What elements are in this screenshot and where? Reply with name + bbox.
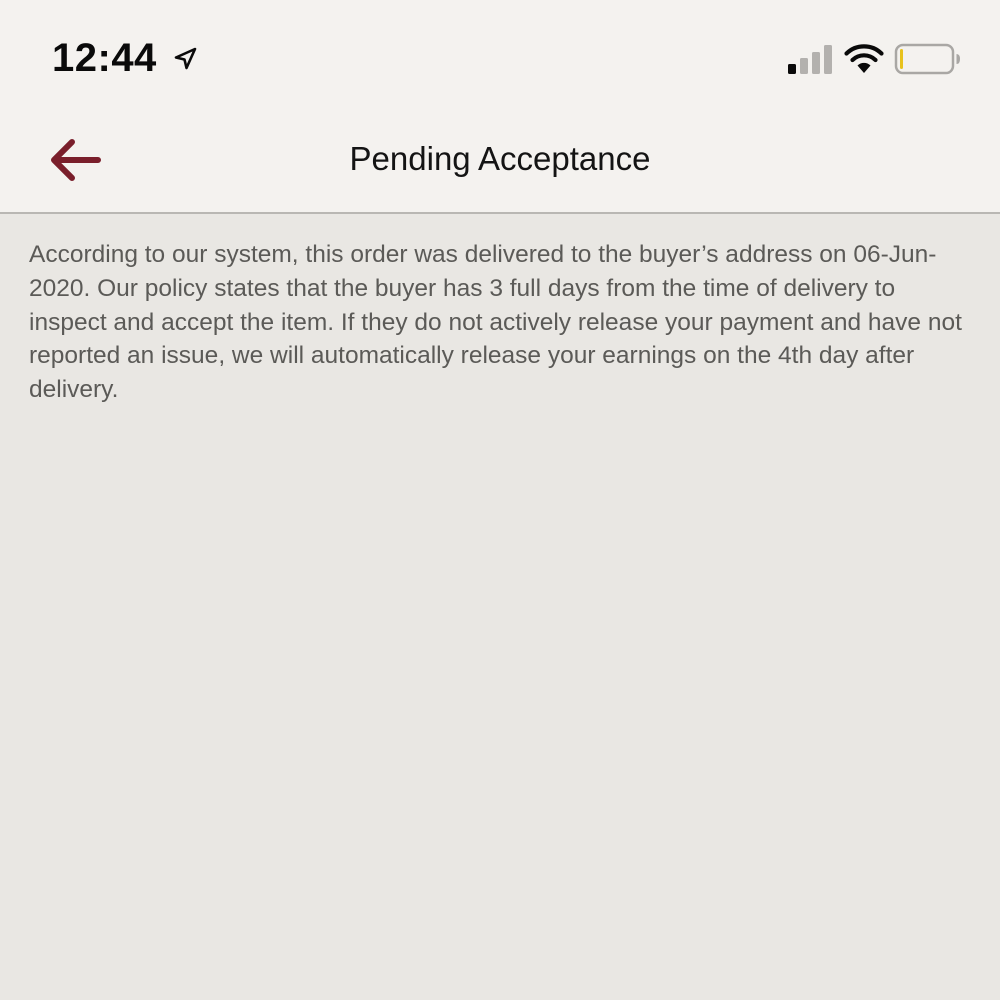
pending-acceptance-message: According to our system, this order was … — [29, 241, 962, 404]
navigation-bar: Pending Acceptance — [0, 110, 1000, 214]
battery-level-fill — [900, 49, 903, 69]
wifi-icon — [844, 44, 884, 73]
status-bar: 12:44 — [0, 0, 1000, 110]
back-button[interactable] — [44, 132, 108, 188]
status-time: 12:44 — [52, 36, 157, 80]
cellular-signal-icon — [788, 45, 832, 74]
location-arrow-icon — [174, 47, 197, 70]
page-title: Pending Acceptance — [349, 140, 651, 177]
header-area: 12:44 Pending Acceptance — [0, 0, 1000, 214]
battery-icon — [894, 43, 960, 75]
back-arrow-icon — [51, 139, 101, 181]
screen: 12:44 Pending Acceptance According to ou… — [0, 0, 1000, 1000]
